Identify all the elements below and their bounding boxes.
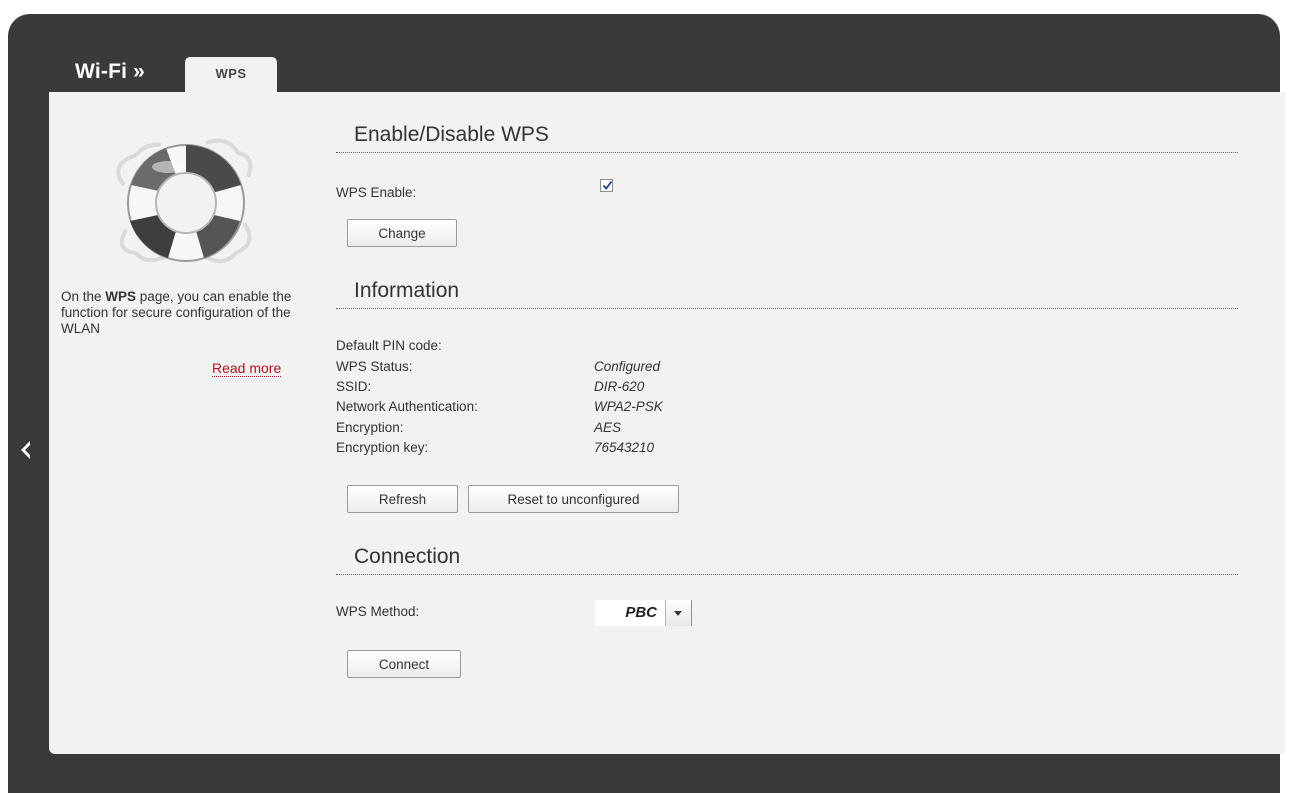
help-text-prefix: On the <box>61 289 106 304</box>
tab-wps[interactable]: WPS <box>185 57 277 95</box>
wps-enable-checkbox[interactable] <box>600 179 613 192</box>
collapse-menu-button[interactable] <box>10 430 40 470</box>
section-title-connection: Connection <box>354 545 461 568</box>
chevron-left-icon <box>21 441 30 459</box>
info-label-encryption-key: Encryption key: <box>336 440 429 455</box>
checkmark-icon <box>602 180 613 190</box>
refresh-button[interactable]: Refresh <box>347 485 458 513</box>
section-title-information: Information <box>354 279 460 302</box>
change-button[interactable]: Change <box>347 219 457 247</box>
section-divider <box>336 152 1238 153</box>
info-label-ssid: SSID: <box>336 379 372 394</box>
info-label-default-pin: Default PIN code: <box>336 338 442 353</box>
info-value-encryption: AES <box>594 420 622 435</box>
read-more-link[interactable]: Read more <box>212 360 282 377</box>
section-divider <box>336 308 1238 309</box>
info-label-encryption: Encryption: <box>336 420 404 435</box>
info-value-encryption-key: 76543210 <box>594 440 655 455</box>
info-value-ssid: DIR-620 <box>594 379 645 394</box>
wps-enable-label: WPS Enable: <box>336 185 417 200</box>
help-description: On the WPS page, you can enable the func… <box>61 289 301 337</box>
breadcrumb-root[interactable]: Wi-Fi » <box>75 60 145 84</box>
info-label-network-auth: Network Authentication: <box>336 399 478 414</box>
help-text-bold: WPS <box>105 289 137 304</box>
wps-method-label: WPS Method: <box>336 604 420 619</box>
lifebuoy-icon <box>116 138 253 264</box>
wps-method-select[interactable]: PBC <box>595 600 692 626</box>
reset-to-unconfigured-button[interactable]: Reset to unconfigured <box>468 485 679 513</box>
section-divider <box>336 574 1238 575</box>
dropdown-arrow-icon[interactable] <box>665 600 692 626</box>
section-title-enable: Enable/Disable WPS <box>354 123 549 146</box>
info-value-network-auth: WPA2-PSK <box>594 399 663 414</box>
info-value-wps-status: Configured <box>594 359 661 374</box>
wps-method-selected-value: PBC <box>625 604 657 621</box>
content-panel: On the WPS page, you can enable the func… <box>49 92 1285 754</box>
info-label-wps-status: WPS Status: <box>336 359 413 374</box>
connect-button[interactable]: Connect <box>347 650 461 678</box>
